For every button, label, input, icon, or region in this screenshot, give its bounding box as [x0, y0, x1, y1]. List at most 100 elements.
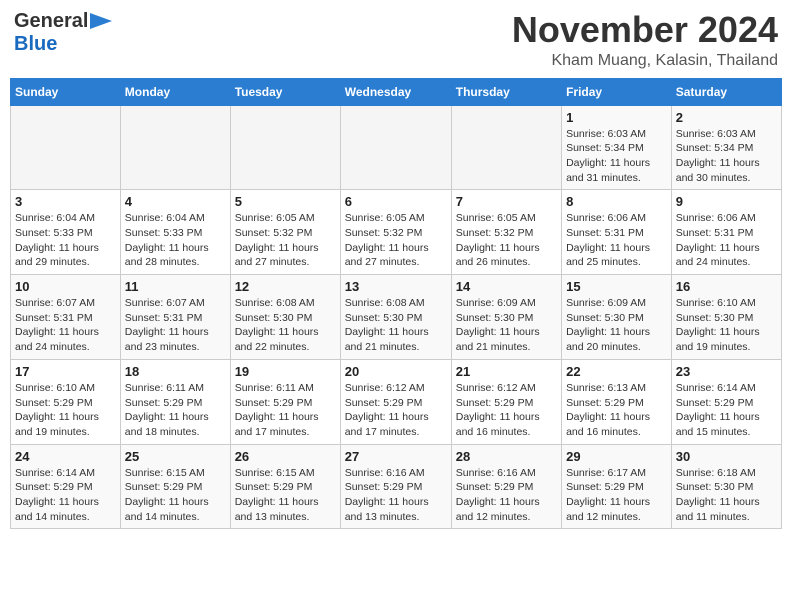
day-number: 7 [456, 194, 557, 209]
day-number: 17 [15, 364, 116, 379]
page-header: General Blue November 2024 Kham Muang, K… [10, 10, 782, 70]
day-number: 21 [456, 364, 557, 379]
calendar-cell: 16 Sunrise: 6:10 AMSunset: 5:30 PMDayligh… [671, 275, 781, 360]
day-number: 20 [345, 364, 447, 379]
calendar-cell: 23Sunrise: 6:14 AMSunset: 5:29 PMDayligh… [671, 359, 781, 444]
day-info: Sunrise: 6:11 AMSunset: 5:29 PMDaylight:… [235, 381, 336, 440]
calendar-cell: 15Sunrise: 6:09 AMSunset: 5:30 PMDayligh… [562, 275, 672, 360]
calendar-cell: 29Sunrise: 6:17 AMSunset: 5:29 PMDayligh… [562, 444, 672, 529]
day-info: Sunrise: 6:06 AMSunset: 5:31 PMDaylight:… [566, 211, 667, 270]
calendar-cell: 12Sunrise: 6:08 AMSunset: 5:30 PMDayligh… [230, 275, 340, 360]
day-number: 28 [456, 449, 557, 464]
weekday-header-tuesday: Tuesday [230, 78, 340, 105]
day-number: 22 [566, 364, 667, 379]
day-number: 23 [676, 364, 777, 379]
day-number: 11 [125, 279, 226, 294]
day-number: 16 [676, 279, 777, 294]
day-number: 5 [235, 194, 336, 209]
weekday-header-sunday: Sunday [11, 78, 121, 105]
calendar-cell: 4 Sunrise: 6:04 AMSunset: 5:33 PMDaylight… [120, 190, 230, 275]
calendar-week-row: 10 Sunrise: 6:07 AMSunset: 5:31 PMDayligh… [11, 275, 782, 360]
weekday-header-thursday: Thursday [451, 78, 561, 105]
day-info: Sunrise: 6:04 AMSunset: 5:33 PMDaylight:… [15, 211, 116, 270]
calendar-week-row: 1 Sunrise: 6:03 AMSunset: 5:34 PMDaylight… [11, 105, 782, 190]
day-number: 2 [676, 110, 777, 125]
calendar-cell [451, 105, 561, 190]
day-info: Sunrise: 6:09 AMSunset: 5:30 PMDaylight:… [456, 296, 557, 355]
logo-general-text: General [14, 10, 88, 33]
day-info: Sunrise: 6:12 AMSunset: 5:29 PMDaylight:… [456, 381, 557, 440]
calendar-cell: 30 Sunrise: 6:18 AMSunset: 5:30 PMDayligh… [671, 444, 781, 529]
month-title: November 2024 [512, 10, 778, 50]
day-info: Sunrise: 6:07 AMSunset: 5:31 PMDaylight:… [15, 296, 116, 355]
calendar-cell: 26 Sunrise: 6:15 AMSunset: 5:29 PMDayligh… [230, 444, 340, 529]
calendar-cell: 18 Sunrise: 6:11 AMSunset: 5:29 PMDayligh… [120, 359, 230, 444]
day-info: Sunrise: 6:05 AMSunset: 5:32 PMDaylight:… [235, 211, 336, 270]
day-info: Sunrise: 6:04 AMSunset: 5:33 PMDaylight:… [125, 211, 226, 270]
calendar-cell: 9Sunrise: 6:06 AMSunset: 5:31 PMDaylight… [671, 190, 781, 275]
day-number: 8 [566, 194, 667, 209]
calendar-cell: 24 Sunrise: 6:14 AMSunset: 5:29 PMDayligh… [11, 444, 121, 529]
day-number: 26 [235, 449, 336, 464]
day-number: 4 [125, 194, 226, 209]
day-info: Sunrise: 6:11 AMSunset: 5:29 PMDaylight:… [125, 381, 226, 440]
day-info: Sunrise: 6:07 AMSunset: 5:31 PMDaylight:… [125, 296, 226, 355]
weekday-header-row: SundayMondayTuesdayWednesdayThursdayFrid… [11, 78, 782, 105]
calendar-table: SundayMondayTuesdayWednesdayThursdayFrid… [10, 78, 782, 530]
day-info: Sunrise: 6:16 AMSunset: 5:29 PMDaylight:… [456, 466, 557, 525]
day-info: Sunrise: 6:16 AMSunset: 5:29 PMDaylight:… [345, 466, 447, 525]
calendar-cell: 27 Sunrise: 6:16 AMSunset: 5:29 PMDayligh… [340, 444, 451, 529]
calendar-cell: 1 Sunrise: 6:03 AMSunset: 5:34 PMDaylight… [562, 105, 672, 190]
day-number: 9 [676, 194, 777, 209]
logo-flag-icon [90, 13, 112, 29]
day-number: 25 [125, 449, 226, 464]
day-number: 19 [235, 364, 336, 379]
calendar-body: 1 Sunrise: 6:03 AMSunset: 5:34 PMDaylight… [11, 105, 782, 529]
calendar-cell: 6Sunrise: 6:05 AMSunset: 5:32 PMDaylight… [340, 190, 451, 275]
day-info: Sunrise: 6:14 AMSunset: 5:29 PMDaylight:… [15, 466, 116, 525]
calendar-header: SundayMondayTuesdayWednesdayThursdayFrid… [11, 78, 782, 105]
logo: General Blue [14, 10, 112, 56]
calendar-cell [11, 105, 121, 190]
day-number: 10 [15, 279, 116, 294]
day-info: Sunrise: 6:03 AMSunset: 5:34 PMDaylight:… [566, 127, 667, 186]
calendar-cell: 3Sunrise: 6:04 AMSunset: 5:33 PMDaylight… [11, 190, 121, 275]
day-info: Sunrise: 6:17 AMSunset: 5:29 PMDaylight:… [566, 466, 667, 525]
day-info: Sunrise: 6:15 AMSunset: 5:29 PMDaylight:… [235, 466, 336, 525]
day-info: Sunrise: 6:05 AMSunset: 5:32 PMDaylight:… [456, 211, 557, 270]
calendar-cell: 22 Sunrise: 6:13 AMSunset: 5:29 PMDayligh… [562, 359, 672, 444]
weekday-header-wednesday: Wednesday [340, 78, 451, 105]
day-number: 14 [456, 279, 557, 294]
calendar-cell [340, 105, 451, 190]
weekday-header-saturday: Saturday [671, 78, 781, 105]
day-number: 27 [345, 449, 447, 464]
day-info: Sunrise: 6:13 AMSunset: 5:29 PMDaylight:… [566, 381, 667, 440]
day-info: Sunrise: 6:10 AMSunset: 5:30 PMDaylight:… [676, 296, 777, 355]
day-info: Sunrise: 6:15 AMSunset: 5:29 PMDaylight:… [125, 466, 226, 525]
day-number: 18 [125, 364, 226, 379]
day-number: 24 [15, 449, 116, 464]
day-info: Sunrise: 6:18 AMSunset: 5:30 PMDaylight:… [676, 466, 777, 525]
calendar-cell: 5 Sunrise: 6:05 AMSunset: 5:32 PMDaylight… [230, 190, 340, 275]
calendar-cell: 28 Sunrise: 6:16 AMSunset: 5:29 PMDayligh… [451, 444, 561, 529]
calendar-cell: 10 Sunrise: 6:07 AMSunset: 5:31 PMDayligh… [11, 275, 121, 360]
calendar-cell: 17Sunrise: 6:10 AMSunset: 5:29 PMDayligh… [11, 359, 121, 444]
day-info: Sunrise: 6:08 AMSunset: 5:30 PMDaylight:… [235, 296, 336, 355]
day-number: 6 [345, 194, 447, 209]
weekday-header-monday: Monday [120, 78, 230, 105]
day-info: Sunrise: 6:09 AMSunset: 5:30 PMDaylight:… [566, 296, 667, 355]
calendar-cell: 14 Sunrise: 6:09 AMSunset: 5:30 PMDayligh… [451, 275, 561, 360]
day-info: Sunrise: 6:08 AMSunset: 5:30 PMDaylight:… [345, 296, 447, 355]
calendar-cell: 2Sunrise: 6:03 AMSunset: 5:34 PMDaylight… [671, 105, 781, 190]
day-number: 30 [676, 449, 777, 464]
day-info: Sunrise: 6:12 AMSunset: 5:29 PMDaylight:… [345, 381, 447, 440]
calendar-cell: 25 Sunrise: 6:15 AMSunset: 5:29 PMDayligh… [120, 444, 230, 529]
calendar-cell: 7 Sunrise: 6:05 AMSunset: 5:32 PMDaylight… [451, 190, 561, 275]
title-block: November 2024 Kham Muang, Kalasin, Thail… [512, 10, 778, 70]
calendar-cell: 8 Sunrise: 6:06 AMSunset: 5:31 PMDaylight… [562, 190, 672, 275]
calendar-cell: 13 Sunrise: 6:08 AMSunset: 5:30 PMDayligh… [340, 275, 451, 360]
day-number: 13 [345, 279, 447, 294]
day-number: 1 [566, 110, 667, 125]
calendar-week-row: 17Sunrise: 6:10 AMSunset: 5:29 PMDayligh… [11, 359, 782, 444]
calendar-cell: 20 Sunrise: 6:12 AMSunset: 5:29 PMDayligh… [340, 359, 451, 444]
